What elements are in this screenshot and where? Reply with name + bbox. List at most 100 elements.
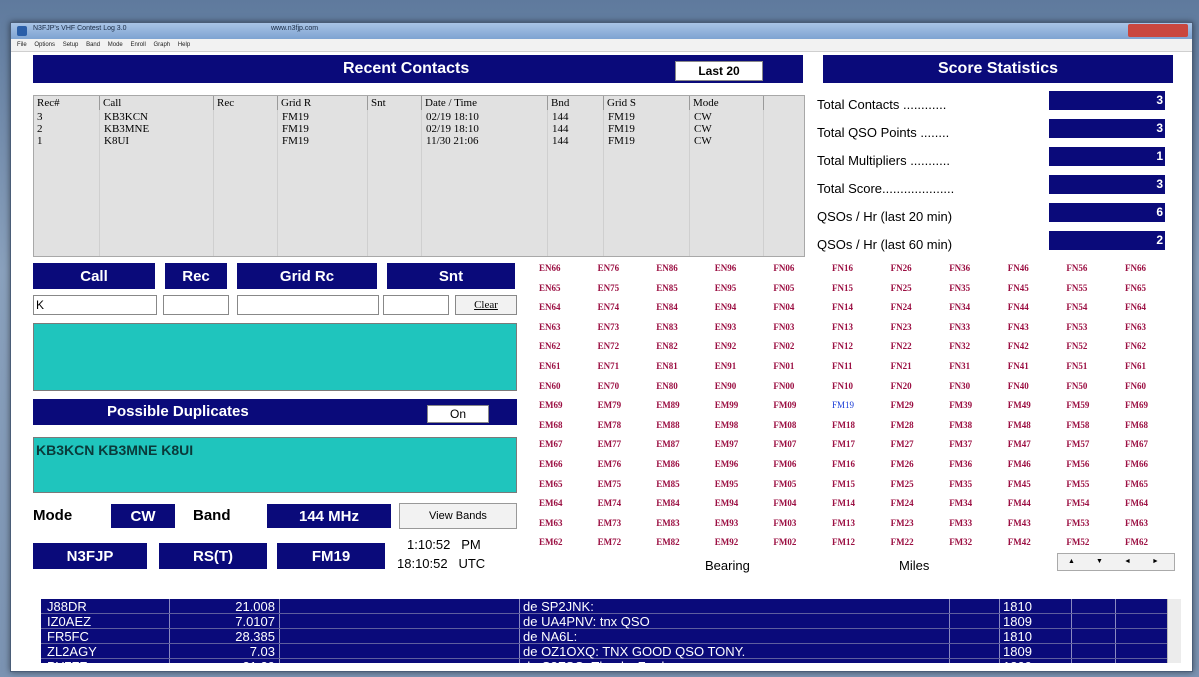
- grid-square[interactable]: EM64: [539, 498, 563, 508]
- grid-square[interactable]: EM87: [656, 439, 680, 449]
- menu-options[interactable]: Options: [34, 39, 55, 51]
- cluster-row[interactable]: PY7ZZ 21.29 de C8FSO: Thanks Fred 1809: [41, 659, 1167, 674]
- grid-square[interactable]: EM86: [656, 459, 680, 469]
- grid-square[interactable]: FM23: [891, 518, 914, 528]
- grid-square[interactable]: FM26: [891, 459, 914, 469]
- grid-square[interactable]: EM83: [656, 518, 680, 528]
- grid-square[interactable]: FN24: [891, 302, 912, 312]
- grid-square[interactable]: FN32: [949, 341, 970, 351]
- cluster-row[interactable]: FR5FC 28.385 de NA6L: 1810: [41, 629, 1167, 644]
- grid-square[interactable]: FN36: [949, 263, 970, 273]
- grid-square[interactable]: FM46: [1008, 459, 1031, 469]
- grid-square[interactable]: EM95: [715, 479, 739, 489]
- grid-square[interactable]: EM76: [598, 459, 622, 469]
- grid-square[interactable]: FM15: [832, 479, 855, 489]
- view-bands-button[interactable]: View Bands: [399, 503, 517, 529]
- grid-square[interactable]: EN91: [715, 361, 737, 371]
- band-value[interactable]: 144 MHz: [267, 504, 391, 528]
- cluster-row[interactable]: IZ0AEZ 7.0107 de UA4PNV: tnx QSO 1809: [41, 614, 1167, 629]
- cluster-scrollbar[interactable]: [1167, 599, 1181, 663]
- grid-square[interactable]: FM03: [773, 518, 796, 528]
- rec-input[interactable]: [163, 295, 229, 315]
- grid-square[interactable]: FM63: [1125, 518, 1148, 528]
- grid-square[interactable]: FN10: [832, 381, 853, 391]
- grid-square[interactable]: FN52: [1066, 341, 1087, 351]
- grid-square[interactable]: EM85: [656, 479, 680, 489]
- grid-square[interactable]: FM06: [773, 459, 796, 469]
- menu-mode[interactable]: Mode: [108, 39, 123, 51]
- close-icon[interactable]: [1128, 24, 1188, 37]
- grid-square[interactable]: FN64: [1125, 302, 1146, 312]
- map-up-icon[interactable]: ▲: [1068, 558, 1075, 565]
- snt-input[interactable]: [383, 295, 449, 315]
- column-header-mode[interactable]: Mode: [690, 96, 764, 110]
- grid-square[interactable]: FN02: [773, 341, 794, 351]
- grid-square[interactable]: FM53: [1066, 518, 1089, 528]
- grid-square[interactable]: FM17: [832, 439, 855, 449]
- grid-square[interactable]: FN12: [832, 341, 853, 351]
- grid-square[interactable]: FM45: [1008, 479, 1031, 489]
- grid-square[interactable]: FM39: [949, 400, 972, 410]
- grid-square[interactable]: EM66: [539, 459, 563, 469]
- grid-square[interactable]: EN81: [656, 361, 678, 371]
- clear-button[interactable]: Clear: [455, 295, 517, 315]
- grid-square[interactable]: FM57: [1066, 439, 1089, 449]
- grid-square[interactable]: FM19: [832, 400, 854, 410]
- grid-square[interactable]: EM98: [715, 420, 739, 430]
- grid-square[interactable]: FM29: [891, 400, 914, 410]
- grid-square[interactable]: EM69: [539, 400, 563, 410]
- grid-square[interactable]: FN53: [1066, 322, 1087, 332]
- grid-square[interactable]: FM44: [1008, 498, 1031, 508]
- grid-square[interactable]: EM82: [656, 537, 680, 547]
- grid-square[interactable]: FN06: [773, 263, 794, 273]
- grid-square[interactable]: FM47: [1008, 439, 1031, 449]
- grid-square[interactable]: EN70: [598, 381, 620, 391]
- menu-help[interactable]: Help: [178, 39, 190, 51]
- grid-square[interactable]: FM33: [949, 518, 972, 528]
- column-header-grid-s[interactable]: Grid S: [604, 96, 690, 110]
- grid-square[interactable]: EN84: [656, 302, 678, 312]
- grid-square[interactable]: FM42: [1008, 537, 1031, 547]
- grid-square[interactable]: FN13: [832, 322, 853, 332]
- grid-square[interactable]: FM14: [832, 498, 855, 508]
- grid-square[interactable]: FN33: [949, 322, 970, 332]
- call-input[interactable]: K: [33, 295, 157, 315]
- grid-square[interactable]: FM18: [832, 420, 855, 430]
- menu-file[interactable]: File: [17, 39, 27, 51]
- column-header-call[interactable]: Call: [100, 96, 214, 110]
- grid-square[interactable]: FN22: [891, 341, 912, 351]
- title-bar[interactable]: N3FJP's VHF Contest Log 3.0 www.n3fjp.co…: [11, 23, 1192, 39]
- grid-square[interactable]: FM55: [1066, 479, 1089, 489]
- map-down-icon[interactable]: ▼: [1096, 558, 1103, 565]
- grid-square[interactable]: EM79: [598, 400, 622, 410]
- grid-square[interactable]: EM73: [598, 518, 622, 528]
- grid-square[interactable]: FN54: [1066, 302, 1087, 312]
- grid-square[interactable]: FN50: [1066, 381, 1087, 391]
- grid-square[interactable]: FN01: [773, 361, 794, 371]
- cluster-row[interactable]: ZL2AGY 7.03 de OZ1OXQ: TNX GOOD QSO TONY…: [41, 644, 1167, 659]
- grid-square[interactable]: EM89: [656, 400, 680, 410]
- grid-square[interactable]: FN00: [773, 381, 794, 391]
- column-header-rec-num[interactable]: Rec#: [34, 96, 100, 110]
- grid-square[interactable]: FM49: [1008, 400, 1031, 410]
- mode-value[interactable]: CW: [111, 504, 175, 528]
- duplicates-toggle-button[interactable]: On: [427, 405, 489, 423]
- grid-square[interactable]: EM77: [598, 439, 622, 449]
- map-right-icon[interactable]: ►: [1152, 558, 1159, 565]
- grid-square[interactable]: EM84: [656, 498, 680, 508]
- grid-square[interactable]: FN56: [1066, 263, 1087, 273]
- grid-square[interactable]: EM62: [539, 537, 563, 547]
- grid-square[interactable]: FM22: [891, 537, 914, 547]
- grid-square[interactable]: FN30: [949, 381, 970, 391]
- grid-square[interactable]: FN61: [1125, 361, 1146, 371]
- column-header-snt[interactable]: Snt: [368, 96, 422, 110]
- grid-square[interactable]: FM25: [891, 479, 914, 489]
- cluster-row[interactable]: J88DR 21.008 de SP2JNK: 1810: [41, 599, 1167, 614]
- grid-square[interactable]: FN04: [773, 302, 794, 312]
- grid-square[interactable]: EM74: [598, 498, 622, 508]
- grid-square[interactable]: FM27: [891, 439, 914, 449]
- grid-square[interactable]: FM58: [1066, 420, 1089, 430]
- grid-square[interactable]: EN60: [539, 381, 561, 391]
- grid-square[interactable]: FN62: [1125, 341, 1146, 351]
- grid-square[interactable]: EM63: [539, 518, 563, 528]
